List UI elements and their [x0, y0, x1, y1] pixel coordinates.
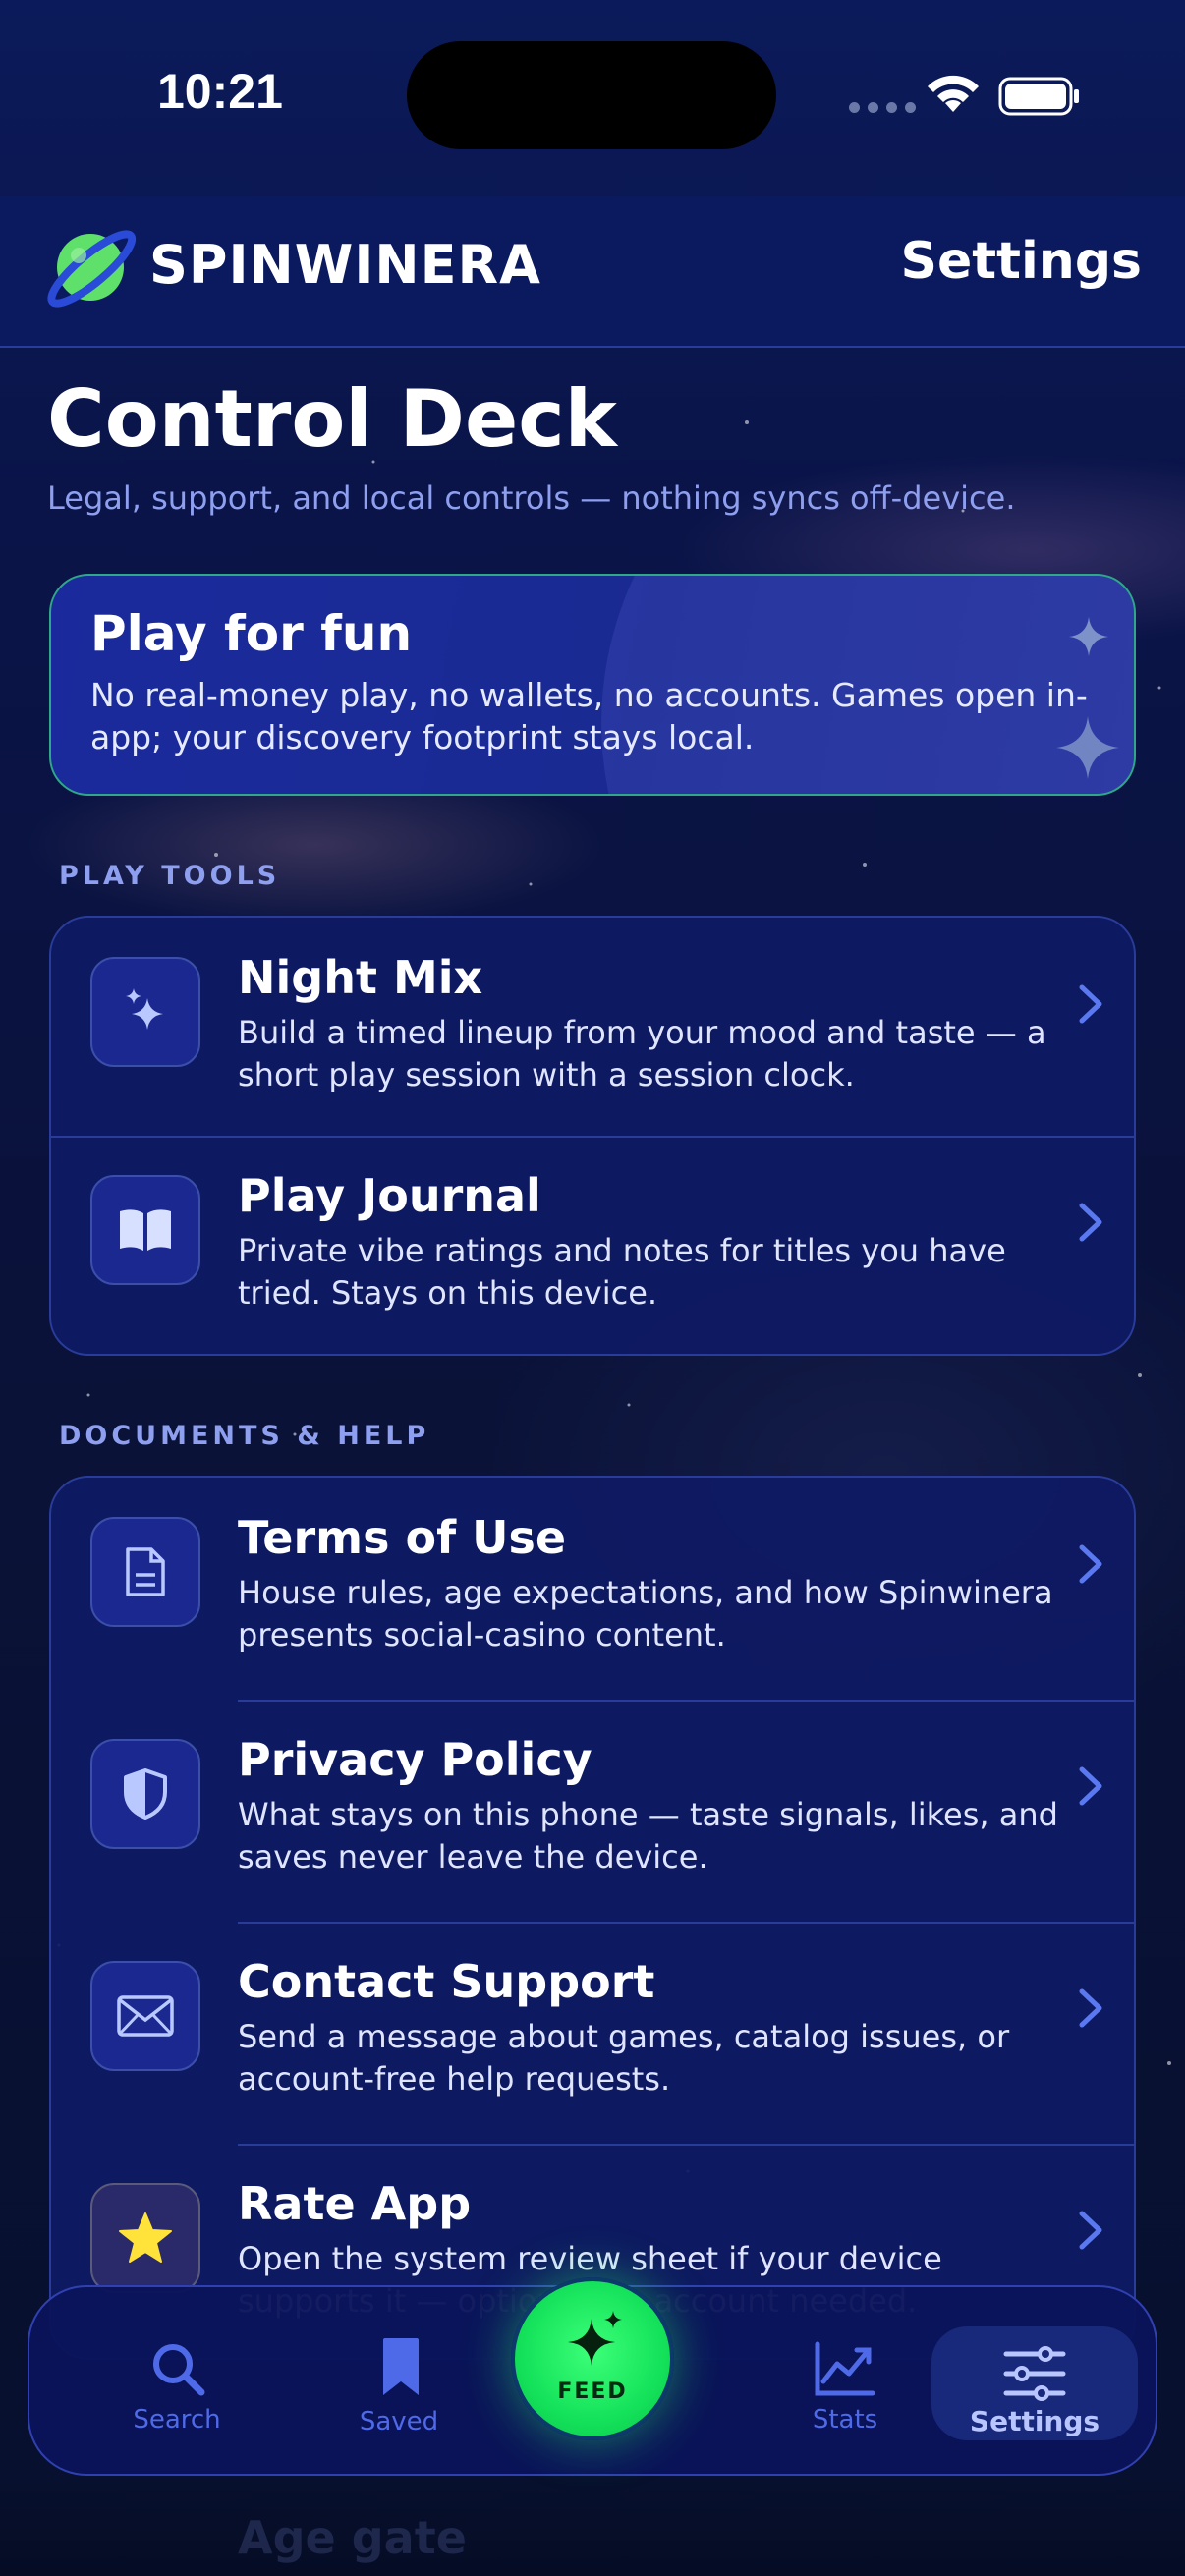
bottom-fade — [0, 2476, 1185, 2576]
page-title: Control Deck — [47, 373, 617, 465]
status-time: 10:21 — [157, 64, 283, 119]
sparkles-icon — [90, 957, 200, 1067]
chevron-right-icon — [1079, 984, 1102, 1024]
chevron-right-icon — [1079, 1544, 1102, 1584]
section-label-play-tools: PLAY TOOLS — [59, 861, 281, 891]
tab-label: Saved — [359, 2407, 439, 2436]
header-settings-button[interactable]: Settings — [901, 232, 1142, 291]
section-label-documents-help: DOCUMENTS & HELP — [59, 1421, 430, 1451]
row-title: Contact Support — [238, 1955, 655, 2008]
list-item-privacy-policy[interactable]: Privacy Policy What stays on this phone … — [51, 1700, 1134, 1922]
row-description: Private vibe ratings and notes for title… — [238, 1232, 1006, 1312]
feed-label: FEED — [557, 2380, 628, 2404]
dynamic-island — [407, 41, 776, 149]
chart-icon — [815, 2341, 875, 2396]
chevron-right-icon — [1079, 1203, 1102, 1242]
sparkle-icon — [1069, 617, 1108, 656]
cellular-signal-icon — [849, 102, 916, 113]
status-bar: 10:21 — [0, 0, 1185, 196]
row-title: Privacy Policy — [238, 1733, 592, 1786]
row-description: House rules, age expectations, and how S… — [238, 1574, 1053, 1653]
page-subtitle: Legal, support, and local controls — not… — [47, 479, 1016, 517]
tab-stats[interactable]: Stats — [737, 2287, 953, 2478]
play-for-fun-card: Play for fun No real-money play, no wall… — [49, 574, 1136, 796]
shield-icon — [90, 1739, 200, 1849]
tab-label: Settings — [969, 2405, 1100, 2437]
brand-name: SPINWINERA — [149, 234, 541, 296]
feed-button[interactable]: FEED — [511, 2277, 674, 2440]
row-description: Build a timed lineup from your mood and … — [238, 1014, 1046, 1093]
sliders-icon — [1003, 2346, 1066, 2401]
document-icon — [90, 1517, 200, 1627]
list-item-contact-support[interactable]: Contact Support Send a message about gam… — [51, 1922, 1134, 2144]
star-icon — [90, 2183, 200, 2293]
search-icon — [153, 2344, 205, 2396]
list-item-play-journal[interactable]: Play Journal Private vibe ratings and no… — [51, 1136, 1134, 1354]
book-icon — [90, 1175, 200, 1285]
tab-label: Stats — [812, 2405, 878, 2435]
row-description: What stays on this phone — taste signals… — [238, 1796, 1058, 1876]
hero-title: Play for fun — [90, 605, 413, 662]
planet-logo-icon — [47, 230, 137, 308]
documents-help-card: Terms of Use House rules, age expectatio… — [49, 1476, 1136, 2360]
row-title: Rate App — [238, 2177, 472, 2230]
row-title: Terms of Use — [238, 1511, 567, 1564]
row-description: Send a message about games, catalog issu… — [238, 2018, 1010, 2098]
row-title: Night Mix — [238, 951, 483, 1004]
play-tools-card: Night Mix Build a timed lineup from your… — [49, 916, 1136, 1356]
row-title: Play Journal — [238, 1169, 541, 1222]
chevron-right-icon — [1079, 2211, 1102, 2250]
sparkle-icon — [1056, 716, 1119, 779]
partially-hidden-row-title: Age gate — [238, 2511, 467, 2564]
chevron-right-icon — [1079, 1988, 1102, 2028]
chevron-right-icon — [1079, 1766, 1102, 1806]
tab-settings[interactable]: Settings — [931, 2287, 1138, 2478]
wifi-icon — [928, 75, 979, 112]
tab-label: Search — [133, 2405, 221, 2435]
envelope-icon — [90, 1961, 200, 2071]
hero-text: No real-money play, no wallets, no accou… — [90, 676, 1088, 756]
tab-saved[interactable]: Saved — [291, 2287, 507, 2478]
list-item-night-mix[interactable]: Night Mix Build a timed lineup from your… — [51, 918, 1134, 1140]
battery-icon — [998, 77, 1079, 116]
list-item-terms-of-use[interactable]: Terms of Use House rules, age expectatio… — [51, 1478, 1134, 1700]
sparkle-icon — [568, 2311, 622, 2366]
tab-search[interactable]: Search — [69, 2287, 285, 2478]
bookmark-icon — [383, 2338, 419, 2395]
